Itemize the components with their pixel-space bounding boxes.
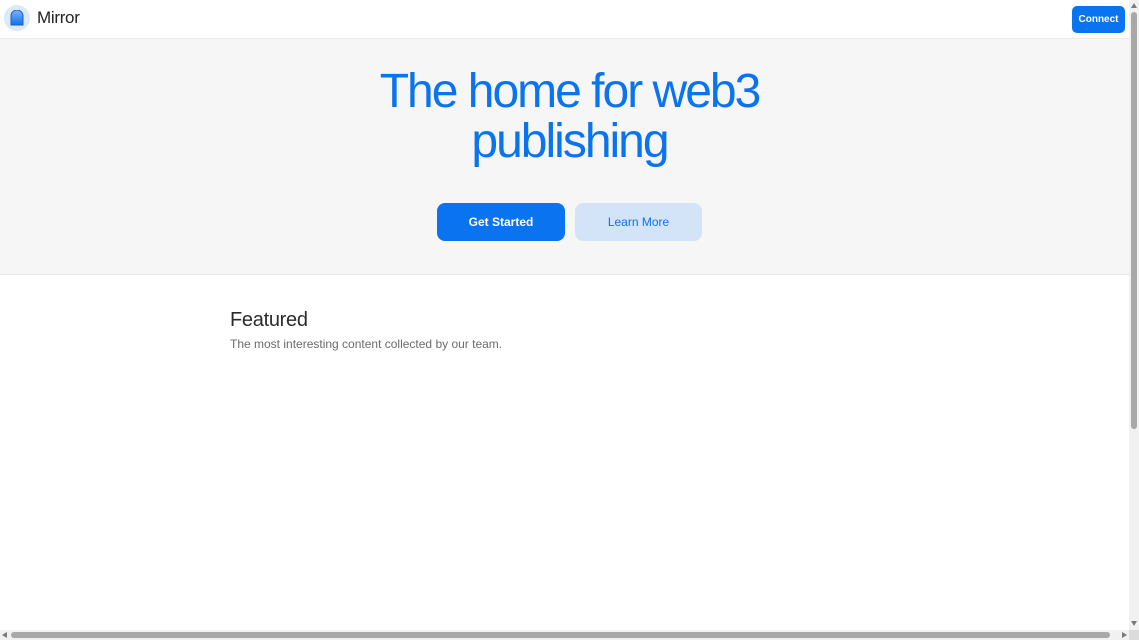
hero-title-line-1: The home for web3 <box>379 65 762 118</box>
vertical-scrollbar[interactable] <box>1129 0 1139 630</box>
scrollbar-corner <box>1129 630 1139 640</box>
scroll-left-arrow-icon[interactable] <box>2 632 7 638</box>
mirror-logo-icon[interactable] <box>4 5 30 31</box>
hero-section: The home for web3 publishing Get Started… <box>0 39 1129 275</box>
horizontal-scroll-thumb[interactable] <box>11 632 1110 638</box>
page: Mirror Connect The home for web3 publish… <box>0 0 1139 640</box>
scroll-right-arrow-icon[interactable] <box>1122 632 1127 638</box>
featured-subtitle: The most interesting content collected b… <box>230 337 503 351</box>
hero-title: The home for web3 publishing <box>0 67 1139 167</box>
get-started-button[interactable]: Get Started <box>437 203 565 241</box>
vertical-scroll-thumb[interactable] <box>1131 12 1137 429</box>
learn-more-button[interactable]: Learn More <box>575 203 702 241</box>
connect-button[interactable]: Connect <box>1072 6 1125 33</box>
top-nav: Mirror Connect <box>0 0 1129 39</box>
horizontal-scrollbar[interactable] <box>0 630 1129 640</box>
scroll-up-arrow-icon[interactable] <box>1131 3 1137 8</box>
scroll-down-arrow-icon[interactable] <box>1131 621 1137 626</box>
hero-title-line-2: publishing <box>471 115 669 168</box>
mirror-logo-shape <box>10 10 24 26</box>
brand-name[interactable]: Mirror <box>37 8 80 28</box>
featured-heading: Featured <box>230 309 308 331</box>
